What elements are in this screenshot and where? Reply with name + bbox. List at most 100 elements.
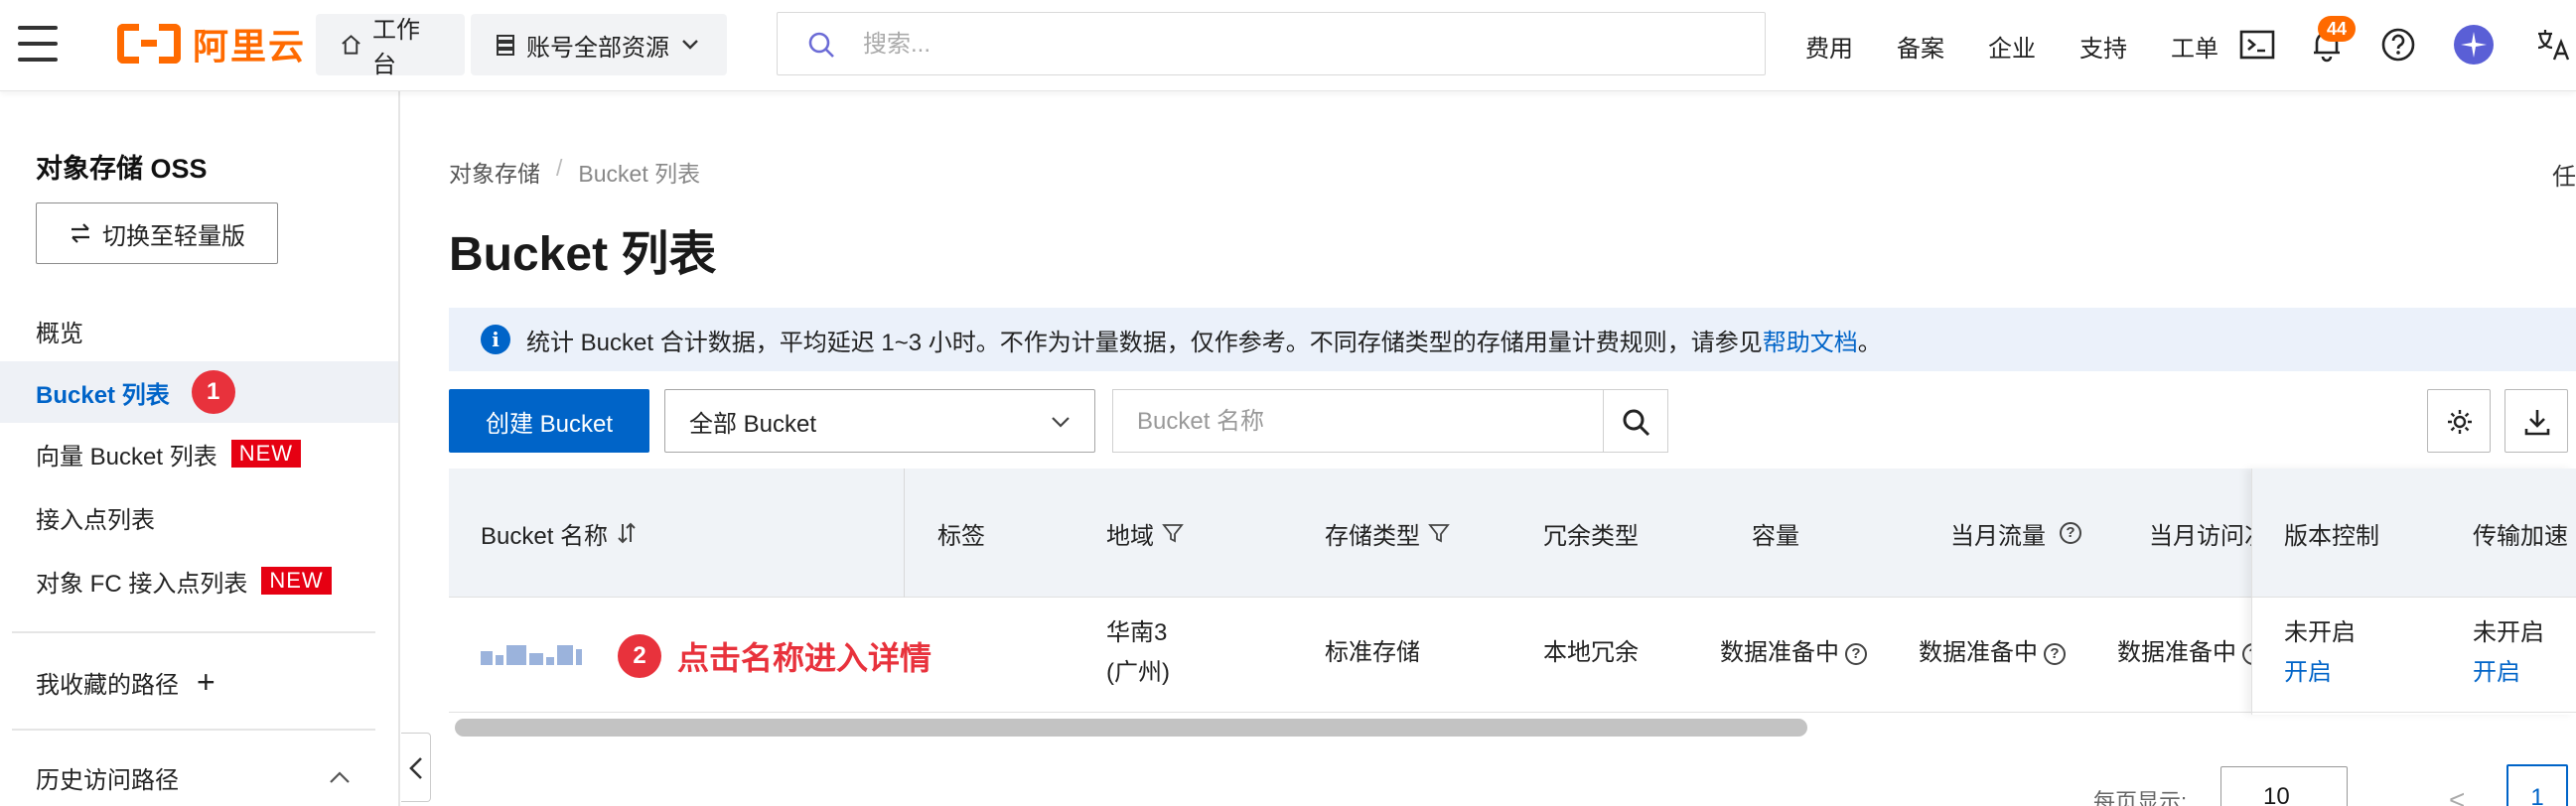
- column-region[interactable]: 地域: [1106, 469, 1184, 598]
- enable-acceleration-link[interactable]: 开启: [2473, 653, 2544, 693]
- sidebar-item-label: Bucket 列表: [36, 381, 170, 409]
- column-label: 版本控制: [2284, 522, 2379, 550]
- sidebar-history[interactable]: 历史访问路径: [0, 746, 398, 806]
- top-link-fees[interactable]: 费用: [1805, 29, 1853, 64]
- cell-region: 华南3 (广州): [1106, 613, 1170, 693]
- help-icon[interactable]: ?: [2060, 522, 2081, 544]
- avatar-icon[interactable]: [2453, 24, 2495, 66]
- info-text: 统计 Bucket 合计数据，平均延迟 1~3 小时。不作为计量数据，仅作参考。…: [526, 329, 1763, 356]
- download-button[interactable]: [2504, 389, 2568, 453]
- column-label: Bucket 名称: [481, 522, 609, 550]
- breadcrumb: 对象存储 / Bucket 列表: [449, 155, 700, 189]
- horizontal-scrollbar[interactable]: [455, 719, 1807, 737]
- column-label: 冗余类型: [1543, 522, 1639, 550]
- sidebar-item-access-points[interactable]: 接入点列表: [0, 486, 398, 548]
- column-redundancy: 冗余类型: [1543, 469, 1639, 598]
- breadcrumb-oss[interactable]: 对象存储: [449, 155, 540, 189]
- help-icon[interactable]: ?: [2242, 642, 2251, 665]
- menu-icon[interactable]: [18, 24, 58, 64]
- info-icon: i: [481, 325, 510, 354]
- switch-lite-label: 切换至轻量版: [102, 222, 245, 250]
- switch-lite-button[interactable]: 切换至轻量版: [36, 202, 278, 264]
- column-storage-type[interactable]: 存储类型: [1325, 469, 1450, 598]
- column-label: 传输加速: [2473, 522, 2568, 550]
- aliyun-logo[interactable]: 阿里云: [117, 20, 306, 67]
- chevron-left-icon: [409, 757, 422, 779]
- download-icon: [2524, 410, 2550, 436]
- workbench-button[interactable]: 工作台: [316, 14, 465, 78]
- sort-icon[interactable]: [616, 521, 638, 545]
- enable-versioning-link[interactable]: 开启: [2284, 653, 2356, 693]
- global-search-input[interactable]: [863, 25, 1737, 65]
- account-resources-label: 账号全部资源: [526, 34, 669, 62]
- annotation-text: 点击名称进入详情: [677, 640, 932, 676]
- top-navigation-bar: 阿里云 工作台 账号全部资源 费用 备案 企业 支持 工单 44: [0, 0, 2576, 91]
- column-label: 当月流量: [1950, 522, 2046, 550]
- sidebar-divider: [12, 729, 375, 731]
- top-link-filing[interactable]: 备案: [1897, 29, 1944, 64]
- bucket-search-button[interactable]: [1603, 389, 1668, 453]
- top-link-support[interactable]: 支持: [2079, 29, 2127, 64]
- cell-traffic: 数据准备中?: [1919, 633, 2066, 673]
- bucket-name-input[interactable]: [1137, 402, 1574, 442]
- bucket-name-link[interactable]: [481, 645, 582, 665]
- sidebar-item-bucket-list[interactable]: Bucket 列表 1: [0, 361, 398, 423]
- aliyun-logo-icon: [117, 24, 181, 64]
- right-edge-text[interactable]: 任: [2552, 157, 2576, 192]
- terminal-icon[interactable]: [2238, 26, 2276, 64]
- info-banner: i 统计 Bucket 合计数据，平均延迟 1~3 小时。不作为计量数据，仅作参…: [449, 308, 2576, 371]
- column-monthly-traffic: 当月流量 ?: [1950, 469, 2081, 598]
- info-suffix: 。: [1857, 329, 1882, 356]
- top-link-enterprise[interactable]: 企业: [1988, 29, 2036, 64]
- help-icon[interactable]: ?: [2044, 642, 2066, 665]
- table-settings-button[interactable]: [2427, 389, 2491, 453]
- column-label: 标签: [937, 522, 985, 550]
- column-bucket-name[interactable]: Bucket 名称: [481, 469, 638, 598]
- favorites-label: 我收藏的路径: [36, 671, 179, 699]
- previous-page-button[interactable]: <: [2449, 784, 2465, 806]
- column-label: 存储类型: [1325, 522, 1420, 550]
- page-1-button[interactable]: 1: [2506, 764, 2568, 806]
- sidebar: 对象存储 OSS 切换至轻量版 概览 Bucket 列表 1 向量 Bucket…: [0, 91, 400, 806]
- top-link-ticket[interactable]: 工单: [2171, 29, 2218, 64]
- per-page-select[interactable]: 10: [2220, 766, 2348, 806]
- add-favorite-icon[interactable]: +: [197, 666, 215, 698]
- sidebar-item-label: 概览: [36, 320, 83, 347]
- filter-icon[interactable]: [1428, 522, 1450, 544]
- sidebar-collapse-handle[interactable]: [401, 733, 431, 802]
- sidebar-item-fc-access-points[interactable]: 对象 FC 接入点列表 NEW: [0, 550, 398, 611]
- acceleration-status: 未开启: [2473, 619, 2544, 646]
- help-icon[interactable]: ?: [1845, 642, 1867, 665]
- sidebar-divider: [12, 631, 375, 633]
- versioning-status: 未开启: [2284, 619, 2356, 646]
- per-page-label: 每页显示:: [2093, 789, 2188, 806]
- traffic-value: 数据准备中: [1919, 639, 2038, 666]
- sidebar-item-vector-bucket-list[interactable]: 向量 Bucket 列表 NEW: [0, 423, 398, 484]
- sidebar-item-overview[interactable]: 概览: [0, 300, 398, 361]
- cell-storage-type: 标准存储: [1325, 639, 1420, 666]
- capacity-value: 数据准备中: [1720, 639, 1839, 666]
- sidebar-item-label: 接入点列表: [36, 506, 155, 534]
- account-resources-button[interactable]: 账号全部资源: [471, 14, 727, 75]
- column-capacity: 容量: [1752, 469, 1799, 598]
- language-icon[interactable]: [2534, 26, 2572, 64]
- global-search[interactable]: [777, 12, 1766, 75]
- history-label: 历史访问路径: [36, 766, 179, 794]
- sidebar-favorites[interactable]: 我收藏的路径 +: [0, 651, 398, 713]
- chevron-up-icon[interactable]: [328, 768, 352, 786]
- gear-icon: [2448, 410, 2472, 434]
- help-doc-link[interactable]: 帮助文档: [1763, 330, 1858, 356]
- home-icon: [342, 35, 360, 55]
- logo-text: 阿里云: [193, 26, 307, 67]
- visits-value: 数据准备中: [2117, 639, 2236, 666]
- help-icon[interactable]: [2379, 26, 2417, 64]
- new-badge: NEW: [261, 567, 332, 595]
- filter-icon[interactable]: [1162, 522, 1184, 544]
- new-badge: NEW: [230, 440, 302, 468]
- chevron-down-icon: [682, 40, 698, 50]
- cell-redundancy: 本地冗余: [1543, 639, 1639, 666]
- bucket-filter-select[interactable]: 全部 Bucket: [664, 389, 1095, 453]
- region-city: (广州): [1106, 659, 1170, 686]
- bucket-name-search[interactable]: [1112, 389, 1603, 453]
- create-bucket-button[interactable]: 创建 Bucket: [449, 389, 649, 453]
